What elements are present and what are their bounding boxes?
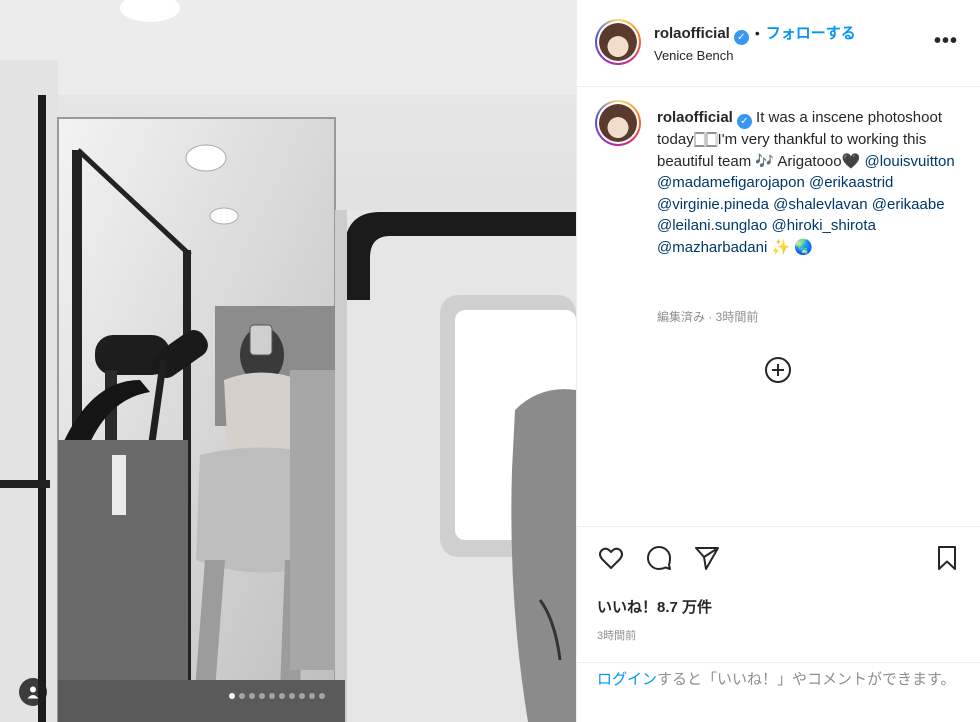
mention-link[interactable]: @leilani.sunglao bbox=[657, 217, 767, 234]
carousel-dot bbox=[269, 693, 275, 699]
post-photo[interactable] bbox=[0, 0, 576, 722]
carousel-dot bbox=[299, 693, 305, 699]
tagged-users-button[interactable] bbox=[19, 678, 47, 706]
mention-link[interactable]: @virginie.pineda bbox=[657, 196, 769, 213]
load-more-comments-icon[interactable] bbox=[764, 356, 792, 384]
bookmark-icon[interactable] bbox=[933, 544, 961, 572]
carousel-dot bbox=[239, 693, 245, 699]
post-side-panel: rolaofficial ✓ • フォローする Venice Bench ••• ro… bbox=[576, 0, 980, 722]
carousel-dot bbox=[279, 693, 285, 699]
verified-badge-icon: ✓ bbox=[736, 114, 752, 129]
post-timestamp[interactable]: 3時間前 bbox=[597, 627, 636, 643]
carousel-indicator bbox=[229, 693, 325, 699]
caption-meta: 編集済み · 3時間前 bbox=[657, 310, 759, 324]
caption-emoji: ✨ 🌏 bbox=[767, 238, 813, 256]
caption-text: rolaofficial ✓ It was a inscene photoshoo… bbox=[657, 107, 957, 258]
follow-button[interactable]: フォローする bbox=[766, 25, 856, 42]
mention-link[interactable]: @erikaabe bbox=[872, 196, 945, 213]
carousel-next-button[interactable] bbox=[533, 346, 563, 376]
login-prompt: ログインすると「いいね！」やコメントができます。 bbox=[577, 662, 980, 722]
share-icon[interactable] bbox=[693, 544, 721, 572]
mention-link[interactable]: @shalevlavan bbox=[773, 196, 867, 213]
heart-icon[interactable] bbox=[597, 544, 625, 572]
location-link[interactable]: Venice Bench bbox=[654, 48, 734, 63]
comment-icon[interactable] bbox=[645, 544, 673, 572]
caption-avatar[interactable] bbox=[595, 100, 641, 146]
mention-link[interactable]: @madamefigarojapon bbox=[657, 174, 805, 191]
caption-username[interactable]: rolaofficial bbox=[657, 109, 733, 126]
post-header: rolaofficial ✓ • フォローする Venice Bench ••• bbox=[577, 0, 980, 87]
mention-link[interactable]: @mazharbadani bbox=[657, 239, 767, 256]
mention-link[interactable]: @louisvuitton bbox=[864, 153, 954, 170]
more-options-icon[interactable]: ••• bbox=[934, 30, 958, 53]
carousel-dot bbox=[289, 693, 295, 699]
mention-link[interactable]: @erikaastrid bbox=[809, 174, 893, 191]
separator-dot: • bbox=[754, 25, 760, 41]
carousel-dot bbox=[309, 693, 315, 699]
chevron-right-icon bbox=[545, 355, 553, 367]
mention-link[interactable]: @hiroki_shirota bbox=[771, 217, 875, 234]
carousel-dot bbox=[229, 693, 235, 699]
username-link[interactable]: rolaofficial bbox=[654, 25, 730, 42]
user-icon bbox=[27, 686, 39, 699]
carousel-dot bbox=[259, 693, 265, 699]
carousel-dot bbox=[319, 693, 325, 699]
login-link[interactable]: ログイン bbox=[597, 671, 657, 688]
like-count[interactable]: いいね！8.7 万件 bbox=[597, 596, 712, 617]
photo-scene bbox=[0, 0, 576, 722]
carousel-dot bbox=[249, 693, 255, 699]
login-prompt-text: すると「いいね！」やコメントができます。 bbox=[657, 671, 956, 688]
action-bar: いいね！8.7 万件 3時間前 bbox=[577, 526, 980, 652]
avatar[interactable] bbox=[595, 19, 641, 65]
verified-badge-icon: ✓ bbox=[733, 30, 749, 45]
